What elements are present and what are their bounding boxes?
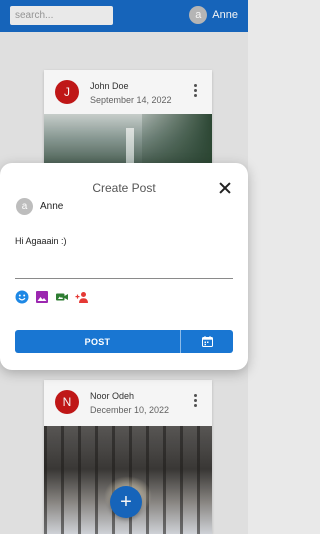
avatar: a: [16, 198, 33, 215]
calendar-icon: [201, 336, 213, 347]
tag-user-icon[interactable]: [75, 290, 89, 304]
video-icon[interactable]: [55, 290, 69, 304]
image-icon[interactable]: [35, 290, 49, 304]
emoji-icon[interactable]: [15, 290, 29, 304]
post-toolbar: [15, 290, 95, 304]
post-button-group: POST: [15, 330, 233, 353]
post-text: Hi Agaaain :): [15, 236, 67, 246]
author-name: Anne: [40, 201, 64, 212]
close-icon[interactable]: [218, 181, 232, 195]
dialog-title: Create Post: [92, 181, 156, 195]
create-post-dialog: Create Post a Anne Hi Agaaain :) POST: [0, 163, 248, 370]
schedule-button[interactable]: [181, 330, 233, 353]
post-text-field[interactable]: Hi Agaaain :): [15, 231, 233, 279]
post-button[interactable]: POST: [15, 330, 181, 353]
